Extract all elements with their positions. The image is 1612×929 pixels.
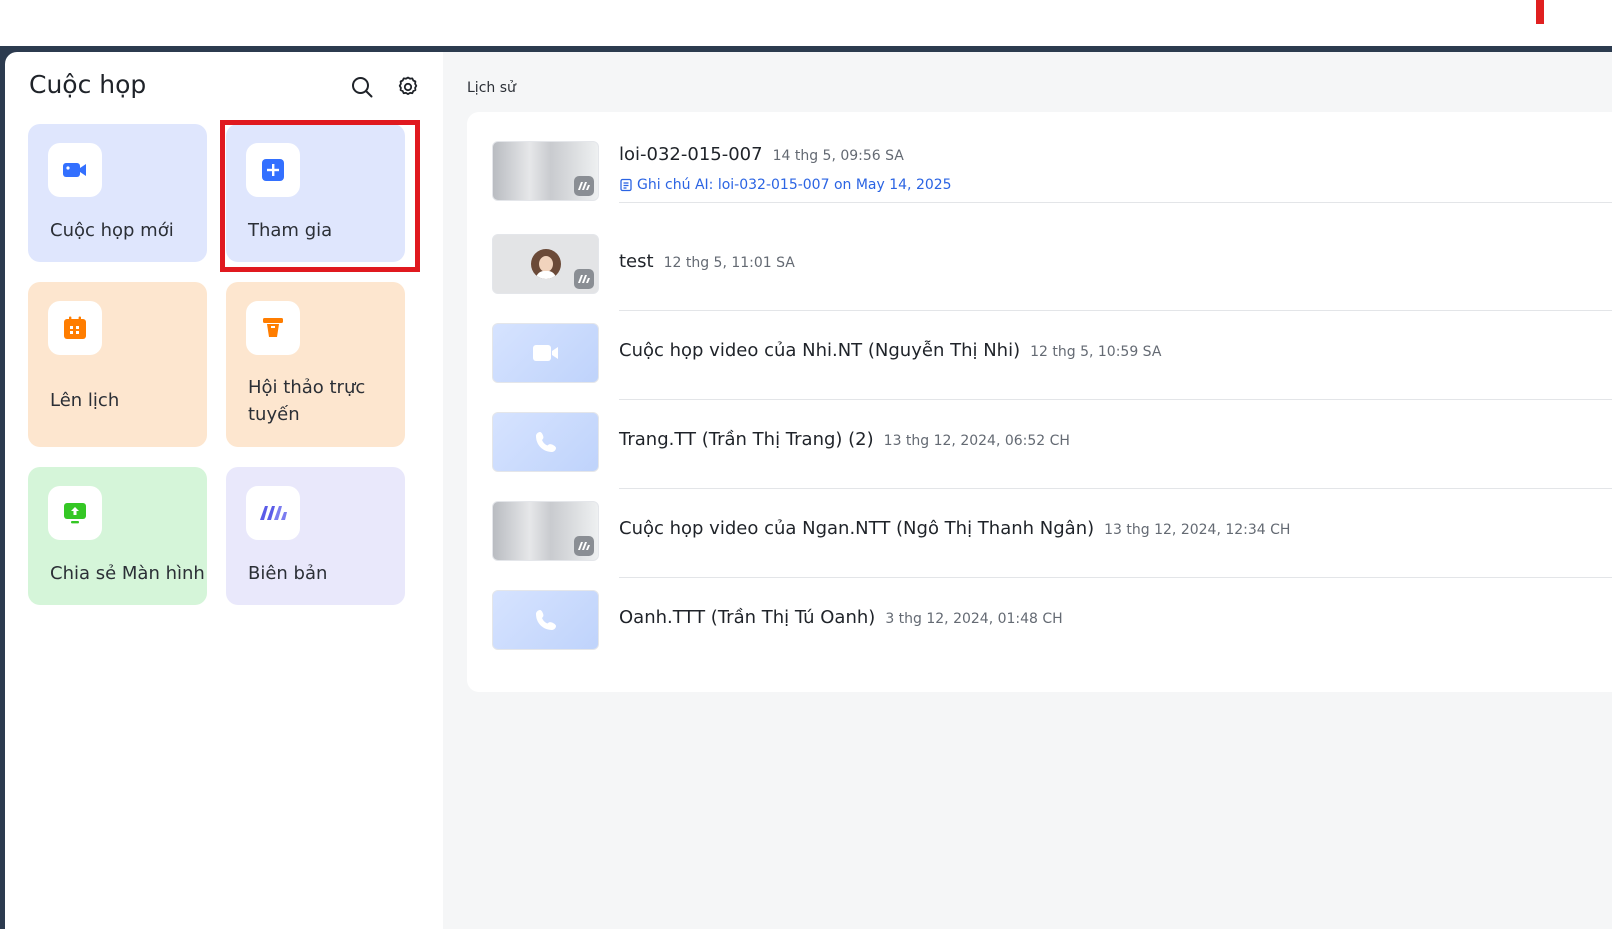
search-icon: [352, 77, 373, 98]
tile-icon-box: [48, 143, 102, 197]
avatar: [530, 249, 561, 279]
tile-label: Cuộc họp mới: [50, 220, 174, 241]
meeting-time: 14 thg 5, 09:56 SA: [772, 148, 904, 164]
join-meeting-tile[interactable]: Tham gia: [226, 124, 405, 262]
meeting-title: Cuộc họp video của Nhi.NT (Nguyễn Thị Nh…: [619, 340, 1162, 361]
calendar-icon: [64, 316, 86, 339]
minutes-badge-icon: [574, 176, 594, 196]
meeting-time: 12 thg 5, 10:59 SA: [1030, 344, 1162, 360]
meeting-thumbnail: [492, 501, 599, 561]
meeting-thumbnail: [492, 590, 599, 650]
meeting-thumbnail: [492, 141, 599, 201]
plus-square-icon: [262, 159, 284, 181]
history-list: loi-032-015-007 14 thg 5, 09:56 SA Ghi ch…: [467, 112, 1612, 692]
gear-icon: [398, 76, 418, 95]
meeting-row[interactable]: Oanh.TTT (Trần Thị Tú Oanh) 3 thg 12, 202…: [467, 576, 1612, 667]
video-camera-icon: [532, 345, 558, 361]
tile-icon-box: [246, 143, 300, 197]
meeting-row[interactable]: Cuộc họp video của Ngan.NTT (Ngô Thị Tha…: [467, 487, 1612, 578]
meeting-time: 12 thg 5, 11:01 SA: [663, 255, 795, 271]
minutes-icon: [260, 506, 287, 520]
meeting-title: Trang.TT (Trần Thị Trang) (2) 13 thg 12, …: [619, 429, 1070, 450]
meeting-time: 13 thg 12, 2024, 06:52 CH: [883, 433, 1070, 449]
phone-icon: [535, 432, 556, 452]
history-panel: Lịch sử loi-032-015-007 14 thg 5, 09:56 S…: [443, 52, 1612, 929]
tile-icon-box: [48, 486, 102, 540]
meeting-title: Oanh.TTT (Trần Thị Tú Oanh) 3 thg 12, 202…: [619, 607, 1063, 628]
search-button[interactable]: [345, 70, 379, 104]
video-camera-icon: [63, 163, 86, 177]
minutes-badge-icon: [574, 269, 594, 289]
schedule-tile[interactable]: Lên lịch: [28, 282, 207, 447]
tile-icon-box: [246, 486, 300, 540]
meetings-sidebar: Cuộc họp Cuộc họp mới Tham gia Lên lịch …: [5, 52, 443, 929]
meeting-time: 3 thg 12, 2024, 01:48 CH: [885, 611, 1063, 627]
minutes-badge-icon: [574, 536, 594, 556]
settings-button[interactable]: [391, 70, 425, 104]
sidebar-title: Cuộc họp: [29, 70, 147, 99]
share-screen-icon: [64, 503, 86, 524]
history-label: Lịch sử: [467, 80, 516, 96]
webinar-podium-icon: [263, 318, 283, 337]
tile-label: Biên bản: [248, 563, 328, 584]
meeting-title: loi-032-015-007 14 thg 5, 09:56 SA: [619, 144, 904, 165]
tile-icon-box: [48, 301, 102, 355]
meeting-row[interactable]: test 12 thg 5, 11:01 SA: [467, 220, 1612, 311]
tile-label: Chia sẻ Màn hình: [50, 563, 205, 584]
share-screen-tile[interactable]: Chia sẻ Màn hình: [28, 467, 207, 605]
meeting-time: 13 thg 12, 2024, 12:34 CH: [1104, 522, 1291, 538]
webinar-tile[interactable]: Hội thảo trực tuyến: [226, 282, 405, 447]
meeting-row[interactable]: loi-032-015-007 14 thg 5, 09:56 SA Ghi ch…: [467, 112, 1612, 203]
red-marker: [1536, 0, 1544, 24]
document-icon: [620, 178, 632, 192]
meeting-thumbnail: [492, 234, 599, 294]
meeting-title: test 12 thg 5, 11:01 SA: [619, 251, 795, 272]
meeting-title: Cuộc họp video của Ngan.NTT (Ngô Thị Tha…: [619, 518, 1291, 539]
tile-icon-box: [246, 301, 300, 355]
top-bar: [0, 0, 1612, 46]
tile-label: Hội thảo trực tuyến: [248, 377, 366, 425]
minutes-tile[interactable]: Biên bản: [226, 467, 405, 605]
ai-note-link[interactable]: Ghi chú AI: loi-032-015-007 on May 14, 2…: [619, 177, 952, 193]
meeting-thumbnail: [492, 412, 599, 472]
new-meeting-tile[interactable]: Cuộc họp mới: [28, 124, 207, 262]
meeting-thumbnail: [492, 323, 599, 383]
tile-label: Lên lịch: [50, 390, 120, 411]
meeting-row[interactable]: Cuộc họp video của Nhi.NT (Nguyễn Thị Nh…: [467, 309, 1612, 400]
phone-icon: [535, 610, 556, 630]
tile-label: Tham gia: [248, 220, 333, 241]
meeting-row[interactable]: Trang.TT (Trần Thị Trang) (2) 13 thg 12, …: [467, 398, 1612, 489]
